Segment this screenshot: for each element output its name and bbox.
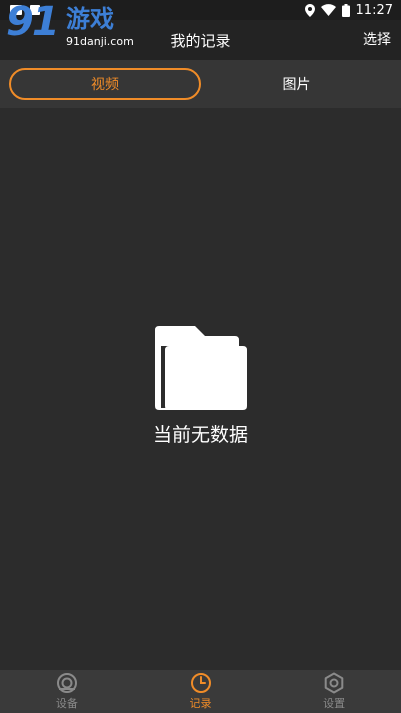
- nav-item-device[interactable]: 设备: [0, 670, 134, 713]
- tab-video[interactable]: 视频: [9, 68, 201, 100]
- folder-icon: [154, 326, 247, 410]
- app-screen: 11:27 91 游戏 91danji.com 我的记录 选择 视频 图片 当前…: [0, 0, 401, 713]
- clock-icon: [190, 673, 211, 693]
- app-header: 我的记录 选择: [0, 20, 401, 60]
- nav-label-settings: 设置: [323, 697, 346, 710]
- nav-label-records: 记录: [189, 697, 212, 710]
- location-icon: [304, 3, 315, 17]
- empty-state: 当前无数据: [0, 326, 401, 447]
- nav-label-device: 设备: [55, 697, 78, 710]
- notification-icon: [10, 5, 22, 15]
- nav-item-settings[interactable]: 设置: [267, 670, 401, 713]
- wifi-icon: [320, 4, 336, 16]
- settings-gear-icon: [324, 672, 344, 694]
- select-button[interactable]: 选择: [363, 20, 391, 60]
- page-title: 我的记录: [170, 31, 231, 50]
- battery-icon: [341, 3, 350, 17]
- notification-icon-2: [30, 5, 40, 15]
- tab-photo[interactable]: 图片: [201, 68, 392, 100]
- empty-message: 当前无数据: [152, 424, 248, 446]
- nav-item-records[interactable]: 记录: [134, 670, 268, 713]
- media-tabs: 视频 图片: [0, 60, 401, 108]
- status-time: 11:27: [355, 2, 393, 18]
- bottom-nav: 设备 记录 设置: [0, 670, 401, 713]
- camera-icon: [56, 673, 77, 693]
- status-bar: 11:27: [0, 0, 401, 20]
